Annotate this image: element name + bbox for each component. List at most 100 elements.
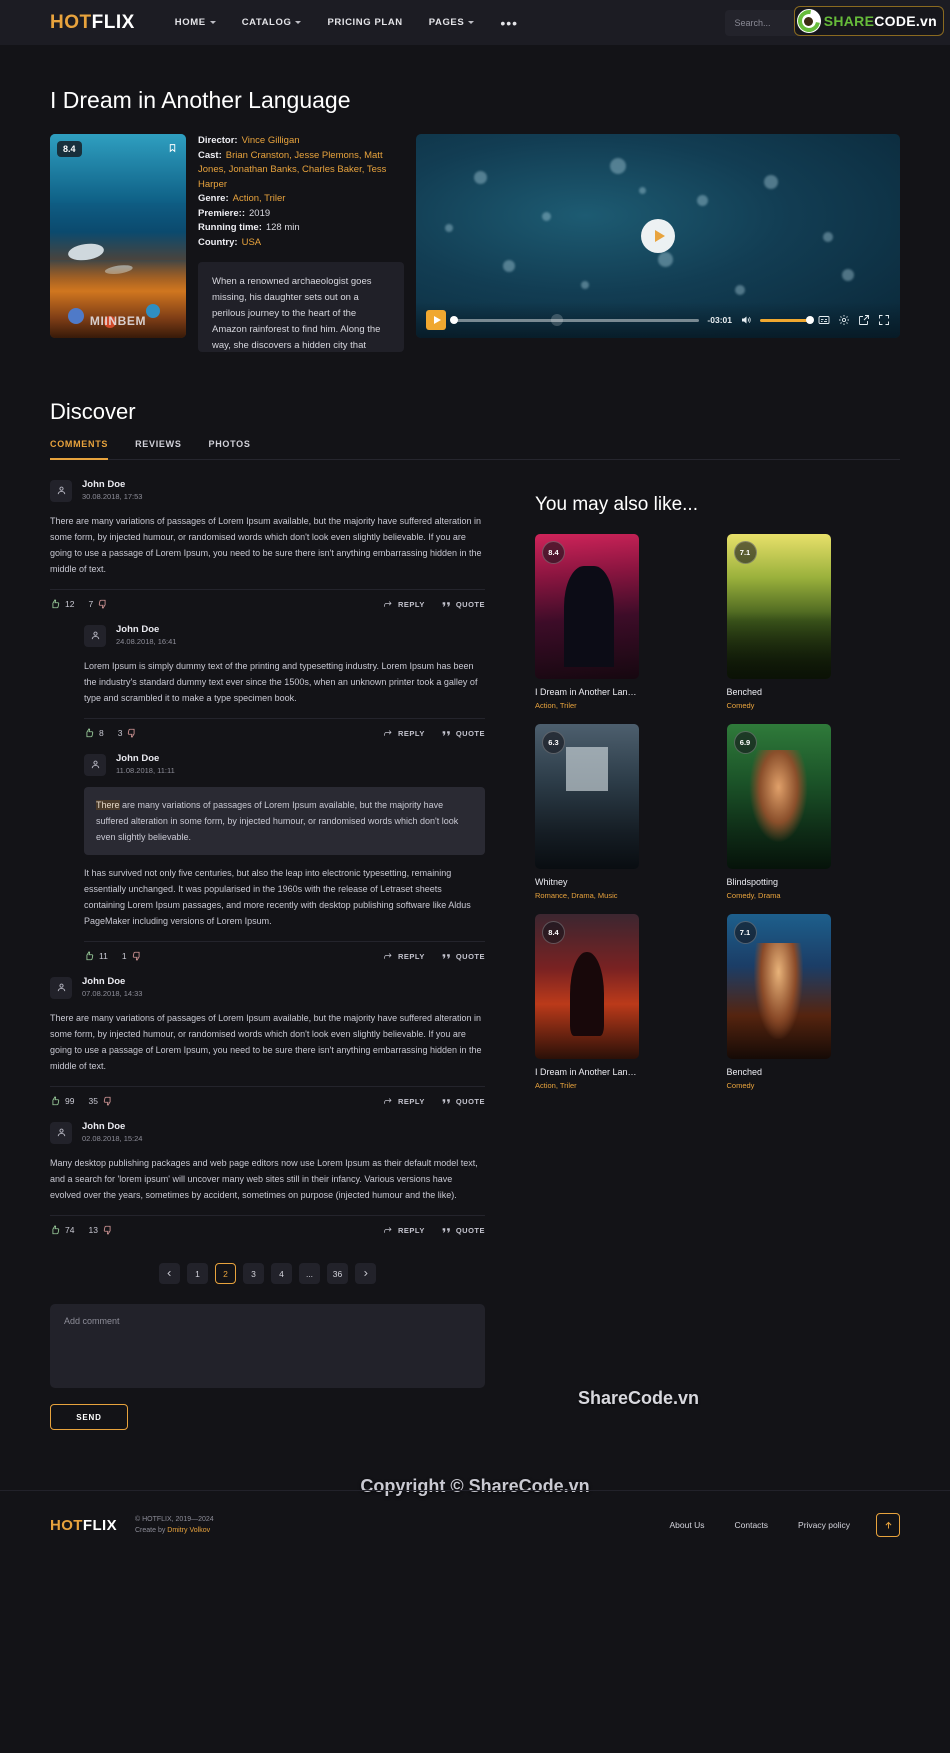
movie-card-genre[interactable]: Comedy: [727, 1081, 831, 1090]
movie-card-genre[interactable]: Comedy: [727, 701, 831, 710]
add-comment-box[interactable]: Add comment: [50, 1304, 485, 1388]
movie-card-poster[interactable]: 8.4: [535, 914, 639, 1059]
poster-fish: [67, 241, 105, 263]
sharecode-watermark-text: ShareCode.vn: [578, 1388, 700, 1408]
footer-author-link[interactable]: Dmitry Volkov: [167, 1527, 210, 1534]
video-player[interactable]: -03:01: [416, 134, 900, 338]
nav-item-catalog[interactable]: CATALOG: [242, 17, 302, 28]
pagination-ellipsis: ...: [299, 1263, 320, 1284]
movie-poster[interactable]: 8.4 MIINBEM: [50, 134, 186, 338]
like-button[interactable]: 11: [84, 951, 108, 961]
bookmark-icon[interactable]: [168, 141, 177, 159]
quote-button[interactable]: QUOTE: [441, 1226, 485, 1235]
pagination-page-4[interactable]: 4: [271, 1263, 292, 1284]
movie-card-title[interactable]: Blindspotting: [727, 877, 831, 887]
movie-card-title[interactable]: Benched: [727, 687, 831, 697]
meta-value[interactable]: Brian Cranston, Jesse Plemons, Matt Jone…: [198, 150, 386, 190]
gear-icon[interactable]: [838, 314, 850, 326]
tab-photos[interactable]: PHOTOS: [209, 439, 251, 459]
volume-slider[interactable]: [760, 316, 814, 324]
reply-button[interactable]: REPLY: [383, 1097, 425, 1106]
like-button[interactable]: 74: [50, 1225, 74, 1235]
pagination-page-1[interactable]: 1: [187, 1263, 208, 1284]
quote-button[interactable]: QUOTE: [441, 600, 485, 609]
meta-value[interactable]: Action, Triler: [233, 193, 286, 204]
pagination-page-36[interactable]: 36: [327, 1263, 348, 1284]
comment-author: John Doe: [116, 753, 160, 764]
movie-card-poster[interactable]: 7.1: [726, 534, 831, 679]
movie-card-title[interactable]: Whitney: [535, 877, 639, 887]
like-button[interactable]: 8: [84, 728, 104, 738]
site-logo[interactable]: HOTFLIX: [50, 12, 135, 34]
popout-icon[interactable]: [858, 314, 870, 326]
movie-card[interactable]: 6.3 Whitney Romance, Drama, Music: [535, 724, 639, 900]
movie-card-title[interactable]: I Dream in Another Lan…: [535, 687, 639, 697]
movie-card-genre[interactable]: Comedy, Drama: [727, 891, 831, 900]
dislike-button[interactable]: 7: [88, 599, 108, 609]
quote-button[interactable]: QUOTE: [441, 952, 485, 961]
tab-comments[interactable]: COMMENTS: [50, 439, 109, 460]
subtitles-icon[interactable]: [818, 314, 830, 326]
movie-detail-row: 8.4 MIINBEM Director: Vince Gilligan Cast…: [50, 134, 900, 352]
card-rating-badge: 7.1: [733, 541, 757, 564]
dislike-count: 3: [117, 728, 123, 738]
movie-card-poster[interactable]: 6.9: [726, 724, 831, 869]
movie-card-genre[interactable]: Action, Triler: [535, 701, 639, 710]
movie-card-genre[interactable]: Romance, Drama, Music: [535, 891, 639, 900]
meta-value[interactable]: Vince Gilligan: [242, 135, 300, 146]
back-to-top-button[interactable]: [876, 1513, 900, 1537]
nav-item-pricing-plan[interactable]: PRICING PLAN: [327, 17, 402, 28]
footer-link-privacy-policy[interactable]: Privacy policy: [798, 1520, 850, 1530]
movie-card-title[interactable]: I Dream in Another Lan…: [535, 1067, 639, 1077]
reply-button[interactable]: REPLY: [383, 600, 425, 609]
meta-value[interactable]: USA: [242, 237, 262, 248]
fullscreen-icon[interactable]: [878, 314, 890, 326]
reply-button[interactable]: REPLY: [383, 729, 425, 738]
seek-handle[interactable]: [450, 316, 458, 324]
dislike-button[interactable]: 35: [88, 1096, 112, 1106]
movie-card-genre[interactable]: Action, Triler: [535, 1081, 639, 1090]
nav-item-label: HOME: [174, 17, 206, 28]
play-button[interactable]: [426, 310, 446, 330]
volume-handle[interactable]: [806, 316, 814, 324]
movie-card-poster[interactable]: 7.1: [726, 914, 831, 1059]
movie-card-poster[interactable]: 6.3: [535, 724, 639, 869]
pagination-prev[interactable]: [159, 1263, 180, 1284]
movie-card-poster[interactable]: 8.4: [535, 534, 639, 679]
chevron-left-icon: [167, 1270, 171, 1277]
footer-logo[interactable]: HOTFLIX: [50, 1517, 117, 1534]
volume-icon[interactable]: [740, 314, 752, 326]
reply-button[interactable]: REPLY: [383, 952, 425, 961]
pagination-page-3[interactable]: 3: [243, 1263, 264, 1284]
meta-genre: Genre: Action, Triler: [198, 192, 404, 207]
seek-bar[interactable]: [450, 314, 700, 326]
quote-button[interactable]: QUOTE: [441, 729, 485, 738]
quote-label: QUOTE: [455, 728, 485, 738]
quote-button[interactable]: QUOTE: [441, 1097, 485, 1106]
like-button[interactable]: 99: [50, 1096, 74, 1106]
movie-card[interactable]: 7.1 Benched Comedy: [726, 914, 831, 1090]
nav-item-pages[interactable]: PAGES: [429, 17, 475, 28]
pagination-page-2[interactable]: 2: [215, 1263, 236, 1284]
like-button[interactable]: 12: [50, 599, 74, 609]
footer-link-contacts[interactable]: Contacts: [734, 1520, 768, 1530]
pagination-next[interactable]: [355, 1263, 376, 1284]
tab-reviews[interactable]: REVIEWS: [135, 439, 181, 459]
play-overlay-button[interactable]: [641, 219, 675, 253]
reply-button[interactable]: REPLY: [383, 1226, 425, 1235]
nav-item-home[interactable]: HOME: [175, 17, 216, 28]
movie-card[interactable]: 6.9 Blindspotting Comedy, Drama: [726, 724, 831, 900]
footer-link-about-us[interactable]: About Us: [670, 1520, 705, 1530]
comment-author: John Doe: [82, 479, 126, 490]
movie-card[interactable]: 8.4 I Dream in Another Lan… Action, Tril…: [535, 534, 639, 710]
meta-value: 128 min: [265, 222, 300, 233]
movie-card[interactable]: 8.4 I Dream in Another Lan… Action, Tril…: [535, 914, 639, 1090]
dislike-button[interactable]: 3: [118, 728, 138, 738]
movie-card[interactable]: 7.1 Benched Comedy: [726, 534, 831, 710]
dislike-button[interactable]: 1: [122, 951, 142, 961]
movie-card-title[interactable]: Benched: [727, 1067, 831, 1077]
nav-more-icon[interactable]: •••: [500, 16, 518, 30]
dislike-button[interactable]: 13: [88, 1225, 112, 1235]
send-button[interactable]: SEND: [50, 1404, 128, 1430]
movie-description-box: When a renowned archaeologist goes missi…: [198, 262, 404, 352]
